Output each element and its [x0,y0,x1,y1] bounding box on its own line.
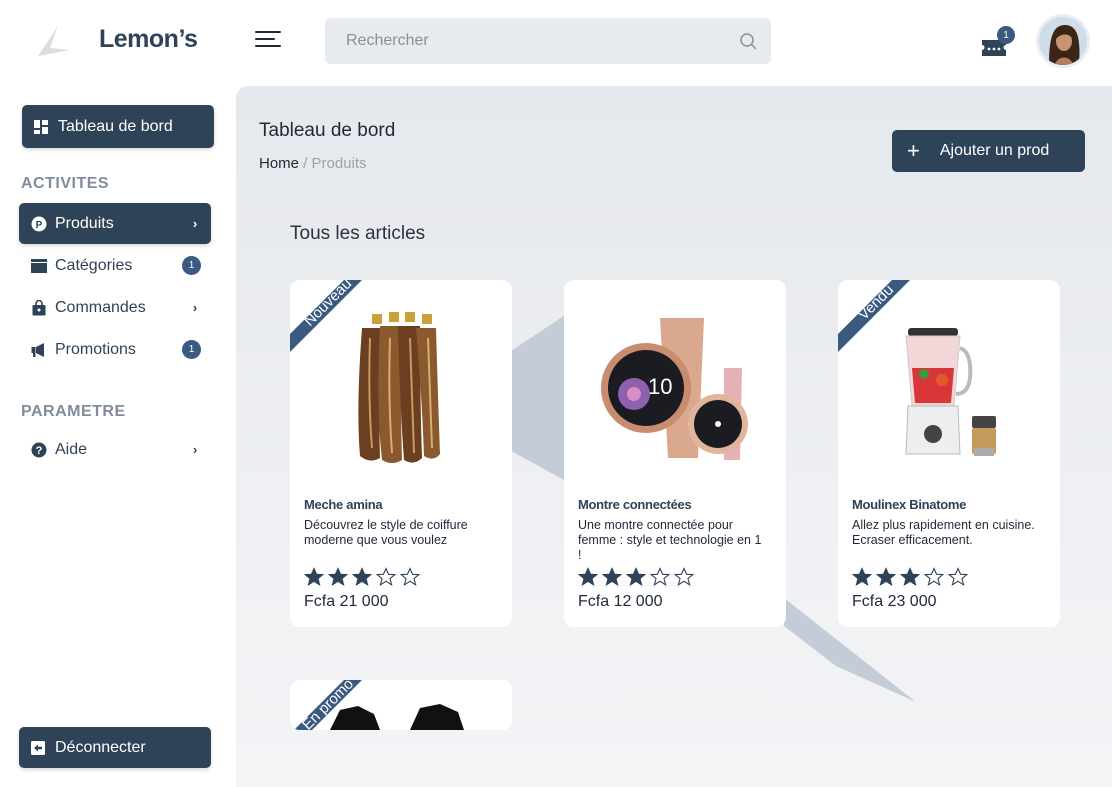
sidebar-item-dashboard[interactable]: Tableau de bord [22,105,214,148]
chevron-right-icon: › [192,442,198,457]
star-empty-icon [948,567,968,586]
star-filled-icon [328,567,348,586]
count-badge: 1 [182,340,201,359]
star-filled-icon [352,567,372,586]
product-card[interactable]: Nouveau Meche amina Découvrez le style d… [290,280,512,627]
menu-toggle-icon[interactable] [255,31,281,51]
product-price: Fcfa 21 000 [304,593,389,610]
product-description: Découvrez le style de coiffure moderne q… [304,518,468,547]
sidebar-item-help[interactable]: ? Aide › [19,429,211,470]
star-filled-icon [626,567,646,586]
brand-logo[interactable]: Lemon’s [36,22,198,58]
sidebar-section-activities: ACTIVITES [21,175,110,192]
sidebar-item-label: Promotions [55,340,136,358]
product-name: Moulinex Binatome [852,497,967,512]
logout-icon [31,740,45,755]
product-name: Montre connectées [578,497,692,512]
star-empty-icon [674,567,694,586]
sidebar-item-categories[interactable]: Catégories 1 [19,245,211,286]
product-rating [304,567,420,587]
notification-badge: 1 [997,26,1015,44]
sidebar-item-orders[interactable]: Commandes › [19,287,211,328]
chevron-right-icon: › [192,216,198,231]
star-empty-icon [924,567,944,586]
product-description: Allez plus rapidement en cuisine. Ecrase… [852,518,1035,547]
search-input[interactable] [346,32,739,50]
card-icon [31,258,47,274]
breadcrumb-current: Produits [311,155,367,172]
product-price: Fcfa 12 000 [578,593,663,610]
logo-mark-icon [38,26,70,56]
sidebar-item-label: Produits [55,214,114,232]
star-filled-icon [852,567,872,586]
product-price: Fcfa 23 000 [852,593,937,610]
p-circle-icon: P [31,216,47,232]
svg-text:?: ? [36,445,43,457]
sidebar-item-promotions[interactable]: Promotions 1 [19,329,211,370]
sidebar-item-label: Tableau de bord [58,117,173,135]
sidebar-item-label: Aide [55,440,88,458]
star-empty-icon [400,567,420,586]
plus-icon: + [907,138,920,163]
star-filled-icon [602,567,622,586]
section-title: Tous les articles [290,223,426,244]
megaphone-icon [31,342,47,358]
product-name: Meche amina [304,497,383,512]
product-card[interactable]: Vendu Moulinex Binatome Allez plus rapid… [838,280,1060,627]
logout-button[interactable]: Déconnecter [19,727,211,768]
svg-text:P: P [36,220,43,231]
sidebar-section-settings: PARAMETRE [21,403,126,420]
main-content: Tableau de bord Home / Produits + Ajoute… [236,86,1112,787]
breadcrumb-separator: / [303,155,308,172]
user-photo [1039,17,1087,65]
product-card[interactable]: En promo [290,680,512,730]
dashboard-icon [34,119,48,134]
sidebar-item-label: Catégories [55,256,133,274]
sidebar-item-label: Commandes [55,298,146,316]
star-empty-icon [650,567,670,586]
star-empty-icon [376,567,396,586]
logout-label: Déconnecter [55,738,146,756]
product-card[interactable]: 10 Montre connectées Une montre connecté… [564,280,786,627]
shopping-bag-icon [31,299,47,316]
avatar[interactable] [1036,14,1090,68]
star-filled-icon [578,567,598,586]
add-product-button[interactable]: + Ajouter un prod [892,130,1085,172]
breadcrumb-home[interactable]: Home [259,155,299,172]
star-filled-icon [900,567,920,586]
smartwatch-image: 10 [601,318,748,460]
add-product-label: Ajouter un prod [939,142,1050,159]
sidebar-item-products[interactable]: P Produits › [19,203,211,244]
page-title: Tableau de bord [259,120,396,141]
notification-button[interactable]: 1 [980,26,1016,58]
chevron-right-icon: › [192,300,198,315]
search-icon[interactable] [739,32,757,50]
app-root: Lemon’s 1 Tableau de bord [0,0,1112,787]
count-badge: 1 [182,256,201,275]
product-description: Une montre connectée pour femme : style … [578,518,762,562]
product-rating [852,567,968,587]
star-filled-icon [876,567,896,586]
breadcrumb: Home / Produits [259,155,367,172]
search-bar [325,18,771,64]
help-icon: ? [31,442,47,458]
svg-text:10: 10 [648,374,672,399]
brand-name: Lemon’s [99,25,198,53]
product-rating [578,567,694,587]
star-filled-icon [304,567,324,586]
